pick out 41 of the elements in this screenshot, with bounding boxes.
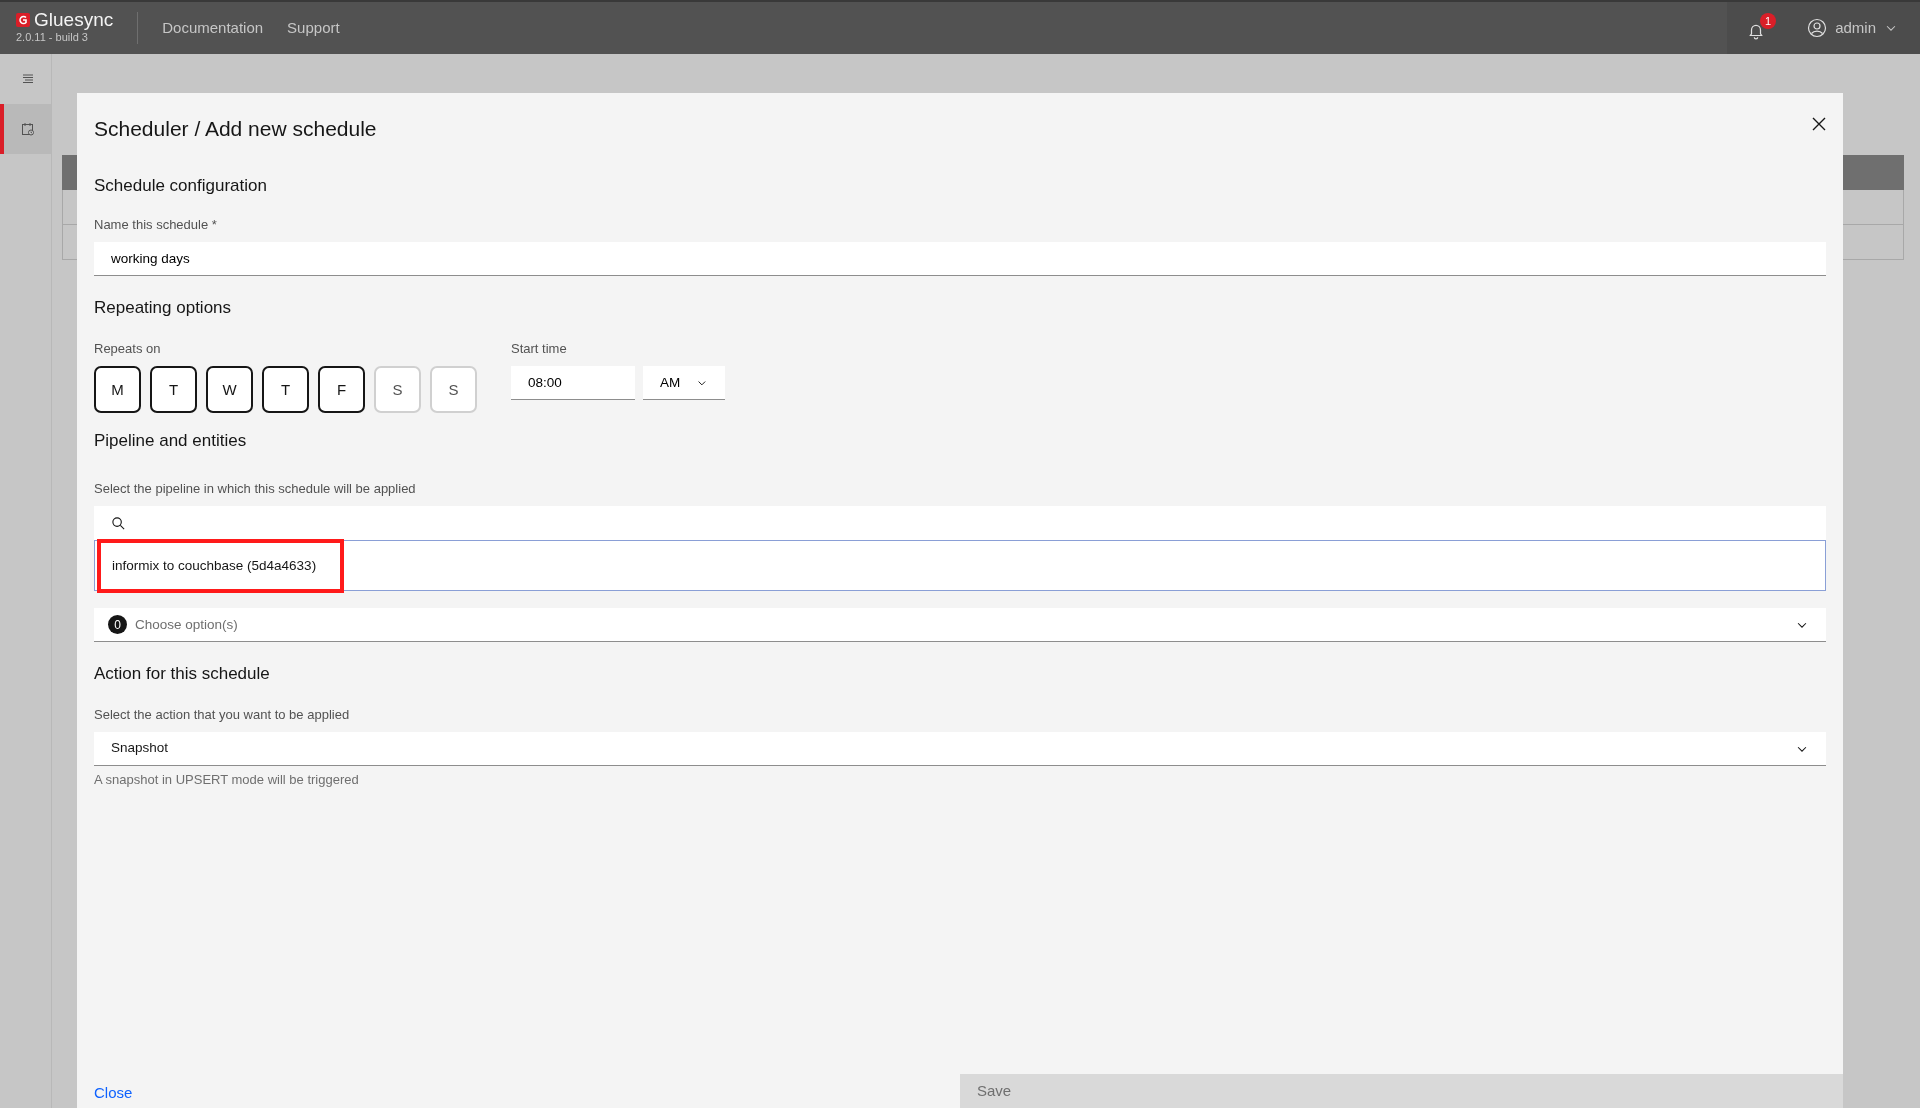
- nav-link[interactable]: Documentation: [162, 16, 264, 40]
- field-label: Start time: [511, 339, 568, 358]
- section-heading: Pipeline and entities: [94, 431, 248, 452]
- user-icon: [1807, 18, 1828, 38]
- day-toggle[interactable]: F: [318, 366, 365, 414]
- close-link[interactable]: Close: [77, 1081, 960, 1108]
- day-toggle[interactable]: S: [374, 366, 421, 414]
- field-label: Name this schedule *: [94, 215, 218, 234]
- search-field[interactable]: [94, 506, 1826, 541]
- close-icon: [1812, 117, 1826, 131]
- user-menu[interactable]: admin: [1801, 15, 1904, 41]
- name-field[interactable]: working days: [94, 242, 1826, 277]
- nav-link[interactable]: Support: [287, 16, 340, 40]
- count-badge: 0: [108, 615, 127, 635]
- day-toggle[interactable]: T: [150, 366, 197, 414]
- calendar-clock-icon: [19, 121, 36, 137]
- dialog-title: Scheduler / Add new schedule: [94, 116, 377, 142]
- notification-badge: 1: [1760, 13, 1777, 29]
- day-toggle[interactable]: T: [262, 366, 309, 414]
- day-toggle[interactable]: W: [206, 366, 253, 414]
- sidebar-item[interactable]: [0, 104, 51, 154]
- notifications-button[interactable]: 1: [1743, 12, 1778, 44]
- section-heading: Repeating options: [94, 298, 233, 319]
- search-icon: [111, 515, 126, 531]
- section-heading: Schedule configuration: [94, 175, 268, 196]
- version-text: 2.0.11 - build 3: [16, 30, 89, 46]
- logo-icon: [16, 12, 30, 27]
- period-select[interactable]: AM: [643, 366, 725, 401]
- section-heading: Action for this schedule: [94, 664, 271, 685]
- field-label: Repeats on: [94, 339, 162, 358]
- time-field[interactable]: 08:00: [511, 366, 635, 401]
- action-select[interactable]: Snapshot: [94, 732, 1826, 767]
- entities-select[interactable]: 0 Choose option(s): [94, 608, 1826, 643]
- dropdown-option[interactable]: informix to couchbase (5d4a4633): [97, 538, 345, 593]
- app-name: Gluesync: [34, 10, 114, 30]
- day-toggle[interactable]: M: [94, 366, 141, 414]
- close-button[interactable]: [1812, 117, 1826, 131]
- field-label: Select the pipeline in which this schedule will be applied: [94, 479, 417, 498]
- field-label: Select the action that you want to be applied: [94, 705, 351, 724]
- day-toggle[interactable]: S: [430, 366, 477, 414]
- helper-text: A snapshot in UPSERT mode will be triggered: [94, 771, 360, 790]
